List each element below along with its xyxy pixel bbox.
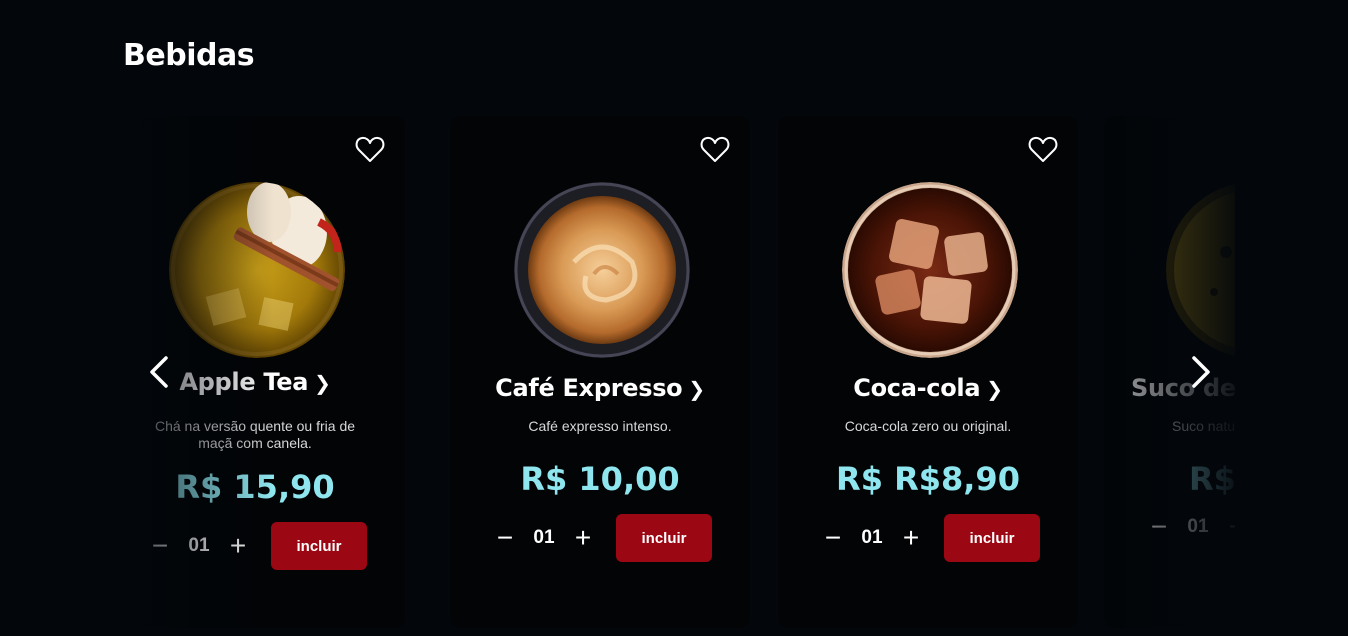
product-description: Chá na versão quente ou fria de maçã com… <box>154 418 356 451</box>
section-title: Bebidas <box>123 38 255 73</box>
plus-icon[interactable]: + <box>1224 513 1235 541</box>
product-name: Coca-cola <box>853 374 981 402</box>
product-description: Coca-cola zero ou original. <box>844 418 1012 434</box>
heart-outline-icon[interactable] <box>355 135 385 163</box>
espresso-photo <box>514 182 690 358</box>
product-name-link[interactable]: Suco de <box>1131 374 1235 402</box>
product-name: Suco de <box>1131 374 1235 402</box>
product-name-link[interactable]: Coca-cola ❯ <box>778 374 1078 402</box>
cola-photo <box>842 182 1018 358</box>
heart-outline-icon[interactable] <box>700 135 730 163</box>
products-carousel: Apple Tea ❯ Chá na versão quente ou fria … <box>123 116 1235 636</box>
product-price: R$ R$8,90 <box>836 460 1020 498</box>
minus-icon[interactable]: − <box>492 524 518 552</box>
product-description: Suco natu <box>1172 418 1235 434</box>
chevron-left-icon[interactable] <box>146 354 174 390</box>
menu-page: Bebidas Apple Tea ❯ Chá na versão quente… <box>0 0 1348 636</box>
quantity-value: 01 <box>1187 516 1209 537</box>
quantity-value: 01 <box>188 535 210 556</box>
quantity-value: 01 <box>533 527 555 548</box>
chevron-right-icon: ❯ <box>688 377 705 401</box>
minus-icon[interactable]: − <box>820 524 846 552</box>
plus-icon[interactable]: + <box>898 524 924 552</box>
plus-icon[interactable]: + <box>225 532 251 560</box>
plus-icon[interactable]: + <box>570 524 596 552</box>
product-price: R$ 10,00 <box>520 460 680 498</box>
product-name: Apple Tea <box>179 368 309 396</box>
juice-photo <box>1166 182 1235 358</box>
quantity-controls: − 01 + incluir <box>820 514 1040 562</box>
minus-icon[interactable]: − <box>1146 513 1172 541</box>
quantity-value: 01 <box>861 527 883 548</box>
chevron-right-icon[interactable] <box>1186 354 1214 390</box>
quantity-controls: − 01 + incluir <box>147 522 367 570</box>
minus-icon[interactable]: − <box>147 532 173 560</box>
product-card-cafe-expresso: Café Expresso ❯ Café expresso intenso. R$… <box>450 116 750 628</box>
add-button[interactable]: incluir <box>271 522 367 570</box>
apple-tea-photo <box>169 182 345 358</box>
product-card-coca-cola: Coca-cola ❯ Coca-cola zero ou original. R… <box>778 116 1078 628</box>
product-price: R$ 15,90 <box>175 468 335 506</box>
quantity-controls: − 01 + <box>1146 513 1235 541</box>
product-card-suco: Suco de Suco natu R$ − 01 + <box>1104 116 1235 628</box>
product-price: R$ <box>1189 460 1235 498</box>
product-name-link[interactable]: Café Expresso ❯ <box>450 374 750 402</box>
quantity-controls: − 01 + incluir <box>492 514 712 562</box>
add-button[interactable]: incluir <box>944 514 1040 562</box>
chevron-right-icon: ❯ <box>314 371 331 395</box>
heart-outline-icon[interactable] <box>1028 135 1058 163</box>
product-description: Café expresso intenso. <box>528 418 672 434</box>
add-button[interactable]: incluir <box>616 514 712 562</box>
chevron-right-icon: ❯ <box>986 377 1003 401</box>
product-name: Café Expresso <box>495 374 683 402</box>
